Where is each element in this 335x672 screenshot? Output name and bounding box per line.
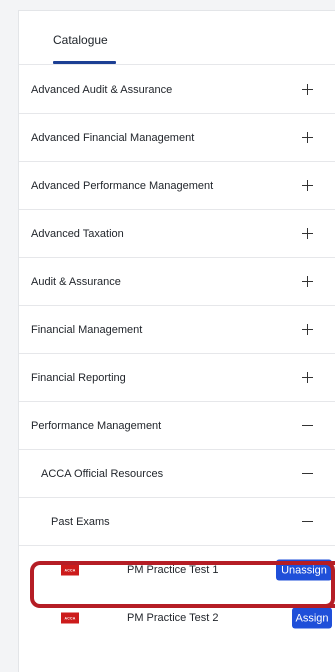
acca-logo-icon: ACCA xyxy=(61,564,79,576)
resource-item-pm-practice-test-1: ACCA PM Practice Test 1 Unassign xyxy=(19,546,335,594)
expand-plus-icon[interactable] xyxy=(302,228,314,240)
tab-catalogue[interactable]: Catalogue xyxy=(53,33,108,47)
resource-title: PM Practice Test 1 xyxy=(127,564,219,576)
expand-plus-icon[interactable] xyxy=(302,324,314,336)
category-financial-reporting[interactable]: Financial Reporting xyxy=(19,354,335,402)
unassign-button[interactable]: Unassign xyxy=(276,559,332,581)
category-advanced-financial-management[interactable]: Advanced Financial Management xyxy=(19,114,335,162)
category-financial-management[interactable]: Financial Management xyxy=(19,306,335,354)
category-label: Performance Management xyxy=(31,419,162,432)
expand-plus-icon[interactable] xyxy=(302,276,314,288)
category-advanced-performance-management[interactable]: Advanced Performance Management xyxy=(19,162,335,210)
catalogue-panel: Catalogue Advanced Audit & Assurance Adv… xyxy=(18,10,335,672)
category-performance-management[interactable]: Performance Management xyxy=(19,402,335,450)
subcategory-label: ACCA Official Resources xyxy=(41,467,164,480)
resource-item-pm-practice-test-2: ACCA PM Practice Test 2 Assign xyxy=(19,594,335,642)
resource-title: PM Practice Test 2 xyxy=(127,612,219,624)
category-advanced-audit-assurance[interactable]: Advanced Audit & Assurance xyxy=(19,66,335,114)
category-label: Advanced Taxation xyxy=(31,227,124,240)
category-label: Advanced Audit & Assurance xyxy=(31,83,173,96)
subcategory-acca-official-resources[interactable]: ACCA Official Resources xyxy=(19,450,335,498)
collapse-minus-icon[interactable] xyxy=(302,516,314,528)
collapse-minus-icon[interactable] xyxy=(302,468,314,480)
expand-plus-icon[interactable] xyxy=(302,372,314,384)
expand-plus-icon[interactable] xyxy=(302,84,314,96)
category-audit-assurance[interactable]: Audit & Assurance xyxy=(19,258,335,306)
category-label: Financial Management xyxy=(31,323,143,336)
catalogue-tree: Advanced Audit & Assurance Advanced Fina… xyxy=(19,66,335,642)
active-tab-indicator xyxy=(53,61,116,64)
subcategory-label: Past Exams xyxy=(51,515,110,528)
subcategory-past-exams[interactable]: Past Exams xyxy=(19,498,335,546)
category-label: Audit & Assurance xyxy=(31,275,121,288)
category-label: Advanced Performance Management xyxy=(31,179,214,192)
category-advanced-taxation[interactable]: Advanced Taxation xyxy=(19,210,335,258)
tab-bar: Catalogue xyxy=(19,11,335,65)
expand-plus-icon[interactable] xyxy=(302,180,314,192)
expand-plus-icon[interactable] xyxy=(302,132,314,144)
category-label: Financial Reporting xyxy=(31,371,126,384)
acca-logo-icon: ACCA xyxy=(61,612,79,624)
category-label: Advanced Financial Management xyxy=(31,131,195,144)
assign-button[interactable]: Assign xyxy=(292,607,332,629)
collapse-minus-icon[interactable] xyxy=(302,420,314,432)
